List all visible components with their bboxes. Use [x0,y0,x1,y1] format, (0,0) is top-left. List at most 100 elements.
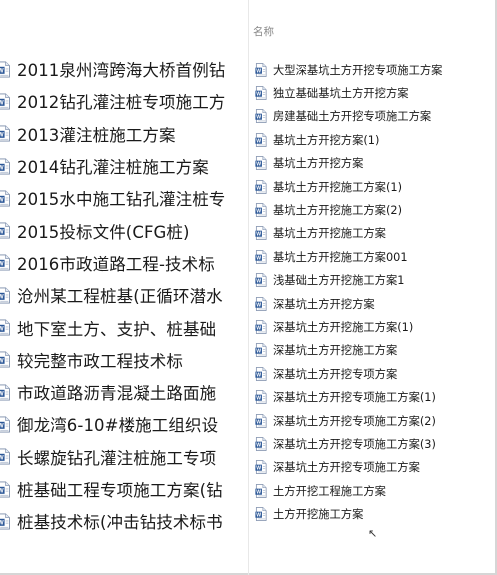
left-file-item[interactable]: W 沧州某工程桩基(正循环潜水 [0,279,248,311]
right-file-item[interactable]: W 浅基础土方开挖施工方案1 [250,269,497,292]
svg-text:W: W [256,232,261,238]
svg-text:W: W [256,326,261,332]
file-name: 深基坑土方开挖专项施工方案 [273,461,420,475]
svg-text:W: W [256,443,261,449]
file-name: 桩基技术标(冲击钻技术标书 [17,513,223,533]
svg-text:W: W [256,162,261,168]
file-name: 土方开挖工程施工方案 [273,484,386,498]
file-name: 深基坑土方开挖方案 [273,297,375,311]
file-name: 基坑土方开挖方案 [273,157,364,171]
word-document-icon: W [255,86,267,100]
right-file-item[interactable]: W 大型深基坑土方开挖专项施工方案 [250,58,497,81]
right-file-item[interactable]: W 深基坑土方开挖方案 [250,292,497,315]
left-file-item[interactable]: W 2013灌注桩施工方案 [0,118,248,150]
word-document-icon: W [255,203,267,217]
file-name: 长螺旋钻孔灌注桩施工专项 [17,448,217,468]
right-file-item[interactable]: W 土方开挖工程施工方案 [250,479,497,502]
file-name: 基坑土方开挖方案(1) [273,133,380,147]
word-document-icon: W [0,351,10,368]
svg-text:W: W [0,68,4,74]
name-column-header[interactable]: 名称 [253,25,274,39]
left-file-item[interactable]: W 地下室土方、支护、桩基础 [0,311,248,343]
word-document-icon: W [255,507,267,522]
right-file-item[interactable]: W 房建基础土方开挖专项施工方案 [250,105,497,128]
right-file-list: W 大型深基坑土方开挖专项施工方案 W 独立基础基坑土方开挖方案 W 房建基础土方开挖专项… [250,58,497,526]
left-file-item[interactable]: W 桩基础工程专项施工方案(钻 [0,473,248,505]
right-file-item[interactable]: W 基坑土方开挖施工方案(2) [250,198,497,221]
right-file-item[interactable]: W 土方开挖施工方案 [250,502,497,525]
right-file-item[interactable]: W 基坑土方开挖施工方案001 [250,245,497,268]
file-name: 基坑土方开挖施工方案(2) [273,204,402,218]
file-name: 深基坑土方开挖施工方案 [273,344,398,358]
left-file-item[interactable]: W 较完整市政工程技术标 [0,344,248,376]
right-file-item[interactable]: W 深基坑土方开挖施工方案(1) [250,315,497,338]
right-file-item[interactable]: W 深基坑土方开挖专项施工方案(3) [250,432,497,455]
word-document-icon: W [255,343,267,358]
svg-text:W: W [256,372,261,378]
word-document-icon: W [0,222,10,239]
word-document-icon: W [0,61,10,78]
file-name: 2014钻孔灌注桩施工方案 [17,158,209,178]
file-name: 较完整市政工程技术标 [17,351,183,371]
svg-text:W: W [0,197,4,203]
svg-text:W: W [256,92,261,98]
word-document-icon: W [255,273,267,288]
left-file-item[interactable]: W 2014钻孔灌注桩施工方案 [0,150,248,182]
left-file-item[interactable]: W 市政道路沥青混凝土路面施 [0,376,248,408]
left-file-item[interactable]: W 御龙湾6-10#楼施工组织设 [0,408,248,440]
file-name: 土方开挖施工方案 [273,508,364,522]
svg-text:W: W [0,520,4,526]
right-file-item[interactable]: W 基坑土方开挖方案 [250,152,497,175]
svg-text:W: W [256,185,261,191]
file-name: 御龙湾6-10#楼施工组织设 [17,416,219,436]
word-document-icon: W [255,320,267,334]
right-file-item[interactable]: W 深基坑土方开挖专项方案 [250,362,497,385]
left-file-item[interactable]: W 2016市政道路工程-技术标 [0,247,248,279]
mouse-cursor-icon: ↖ [368,527,378,540]
file-name: 深基坑土方开挖施工方案(1) [273,320,414,334]
right-file-item[interactable]: W 深基坑土方开挖专项施工方案(1) [250,385,497,408]
svg-text:W: W [256,489,261,495]
svg-text:W: W [0,100,4,106]
word-document-icon: W [255,390,267,405]
word-document-icon: W [255,156,267,171]
left-file-item[interactable]: W 2015水中施工钻孔灌注桩专 [0,182,248,214]
file-name: 基坑土方开挖施工方案001 [273,250,408,264]
left-file-item[interactable]: W 2011泉州湾跨海大桥首例钻 [0,53,248,85]
svg-text:W: W [256,349,261,355]
file-name: 深基坑土方开挖专项施工方案(2) [273,414,436,428]
left-file-item[interactable]: W 2012钻孔灌注桩专项施工方 [0,85,248,117]
svg-text:W: W [256,466,261,472]
word-document-icon: W [0,287,10,304]
svg-text:W: W [256,302,261,308]
word-document-icon: W [255,62,267,77]
file-name: 地下室土方、支护、桩基础 [17,319,217,339]
svg-text:W: W [0,230,4,236]
left-file-panel: W 2011泉州湾跨海大桥首例钻 W 2012钻孔灌注桩专项施工方 W 2013灌注桩施工… [0,0,249,575]
svg-text:W: W [256,115,261,121]
file-name: 2015投标文件(CFG桩) [17,222,190,242]
right-file-item[interactable]: W 独立基础基坑土方开挖方案 [250,81,497,104]
svg-text:W: W [256,396,261,402]
right-file-item[interactable]: W 基坑土方开挖施工方案 [250,222,497,245]
left-file-item[interactable]: W 长螺旋钻孔灌注桩施工专项 [0,441,248,473]
svg-text:W: W [0,165,4,171]
word-document-icon: W [255,483,267,498]
left-column-header [0,6,42,22]
file-name: 基坑土方开挖施工方案 [273,227,386,241]
right-file-item[interactable]: W 深基坑土方开挖专项施工方案(2) [250,409,497,432]
right-file-item[interactable]: W 基坑土方开挖施工方案(1) [250,175,497,198]
right-file-item[interactable]: W 深基坑土方开挖施工方案 [250,339,497,362]
right-file-item[interactable]: W 基坑土方开挖方案(1) [250,128,497,151]
word-document-icon: W [255,366,267,381]
right-file-item[interactable]: W 深基坑土方开挖专项施工方案 [250,456,497,479]
file-name: 沧州某工程桩基(正循环潜水 [17,287,223,307]
file-name: 2013灌注桩施工方案 [17,125,176,145]
file-name: 深基坑土方开挖专项施工方案(1) [273,391,436,405]
left-file-item[interactable]: W 2015投标文件(CFG桩) [0,214,248,246]
right-file-panel: 名称 W 大型深基坑土方开挖专项施工方案 W 独立基础基坑土方开挖方案 W 房建基础土方开… [250,0,497,575]
svg-text:W: W [0,327,4,333]
word-document-icon: W [255,249,267,264]
svg-text:W: W [0,262,4,268]
left-file-item[interactable]: W 桩基技术标(冲击钻技术标书 [0,505,248,537]
